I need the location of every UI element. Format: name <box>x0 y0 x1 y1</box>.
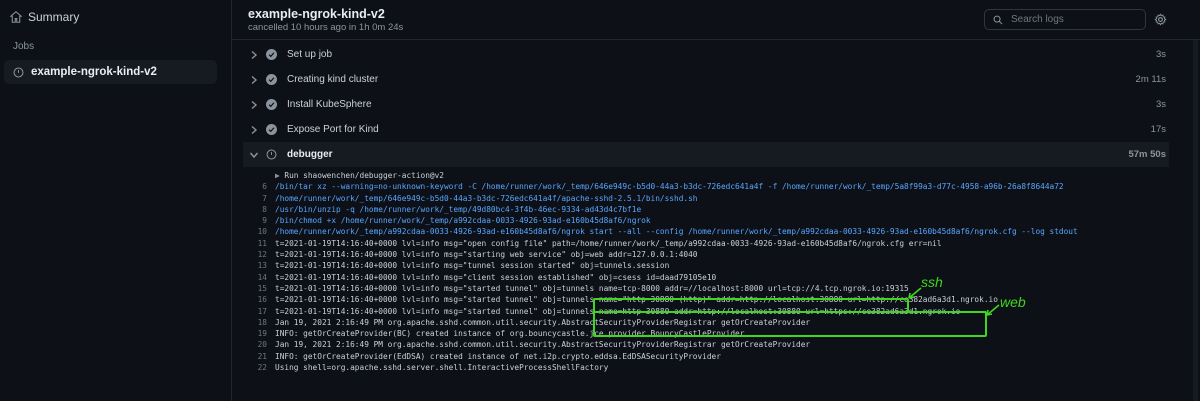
step-duration: 2m 11s <box>1135 74 1166 85</box>
log-line[interactable]: 10/home/runner/work/_temp/a992cdaa-0033-… <box>243 226 1169 237</box>
log-line-text: t=2021-01-19T14:16:40+0000 lvl=info msg=… <box>275 261 670 271</box>
step-expose-port-for-kind[interactable]: Expose Port for Kind 17s <box>243 117 1169 142</box>
chevron-down-icon <box>249 152 259 158</box>
chevron-right-icon <box>251 50 258 59</box>
step-duration: 3s <box>1155 99 1166 110</box>
web-annotation-label: web <box>1000 294 1026 310</box>
step-name: debugger <box>287 149 333 160</box>
log-line-text: INFO: getOrCreateProvider(EdDSA) created… <box>275 351 721 361</box>
web-tunnel-highlight <box>593 311 987 337</box>
log-line[interactable]: 12 t=2021-01-19T14:16:40+0000 lvl=info ms… <box>243 249 1169 260</box>
log-line[interactable]: 13 t=2021-01-19T14:16:40+0000 lvl=info ms… <box>243 260 1169 271</box>
log-line[interactable]: 20 Jan 19, 2021 2:16:49 PM org.apache.ssh… <box>243 339 1169 350</box>
step-set-up-job[interactable]: Set up job 3s <box>243 42 1169 67</box>
ssh-arrow-icon <box>908 287 922 299</box>
log-line-number[interactable]: 18 <box>243 317 275 328</box>
log-line-text: /usr/bin/unzip -q /home/runner/work/_tem… <box>275 204 642 214</box>
step-name: Creating kind cluster <box>287 74 379 85</box>
step-creating-kind-cluster[interactable]: Creating kind cluster 2m 11s <box>243 67 1169 92</box>
step-name: Expose Port for Kind <box>287 124 379 135</box>
job-status-text: cancelled 10 hours ago in 1h 0m 24s <box>248 22 404 33</box>
log-line[interactable]: 15 t=2021-01-19T14:16:40+0000 lvl=info ms… <box>243 283 1169 294</box>
log-line[interactable]: 14 t=2021-01-19T14:16:40+0000 lvl=info ms… <box>243 272 1169 283</box>
log-line-number[interactable]: 15 <box>243 283 275 294</box>
jobs-heading: Jobs <box>13 41 35 52</box>
log-line-number[interactable]: 19 <box>243 328 275 339</box>
summary-label: Summary <box>28 10 80 24</box>
log-line[interactable]: 6/bin/tar xz --warning=no-unknown-keywor… <box>243 181 1169 192</box>
log-line-text: /home/runner/work/_temp/a992cdaa-0033-49… <box>275 227 1078 237</box>
log-line-text: t=2021-01-19T14:16:40+0000 lvl=info msg=… <box>275 272 717 282</box>
job-header: example-ngrok-kind-v2 cancelled 10 hours… <box>232 0 1200 40</box>
step-debugger[interactable]: debugger 57m 50s <box>243 142 1169 167</box>
log-line[interactable]: 9/bin/chmod +x /home/runner/work/_temp/a… <box>243 215 1169 226</box>
log-line-text: /home/runner/work/_temp/646e949c-b5d0-44… <box>275 193 698 203</box>
log-run-line[interactable]: ▶ Run shaowenchen/debugger-action@v2 <box>243 170 1169 181</box>
search-logs-box[interactable] <box>984 9 1146 30</box>
step-duration: 17s <box>1150 124 1166 135</box>
success-check-icon <box>266 49 277 60</box>
log-line-number[interactable]: 7 <box>243 193 275 204</box>
sidebar-job-item[interactable]: example-ngrok-kind-v2 <box>4 60 217 84</box>
log-line-number[interactable]: 22 <box>243 362 275 373</box>
log-line-number[interactable]: 6 <box>243 181 275 192</box>
log-line-number[interactable]: 13 <box>243 260 275 271</box>
log-line-number[interactable]: 9 <box>243 215 275 226</box>
chevron-right-icon <box>251 75 258 84</box>
cancelled-status-icon <box>266 149 277 160</box>
step-install-kubesphere[interactable]: Install KubeSphere 3s <box>243 92 1169 117</box>
cancelled-status-icon <box>13 67 24 77</box>
log-line-number[interactable]: 17 <box>243 306 275 317</box>
job-name: example-ngrok-kind-v2 <box>31 66 157 78</box>
chevron-right-icon <box>251 100 258 109</box>
log-run-text: Run shaowenchen/debugger-action@v2 <box>284 171 444 180</box>
search-logs-input[interactable] <box>1011 14 1141 25</box>
search-icon <box>993 15 1003 24</box>
log-line-text: t=2021-01-19T14:16:40+0000 lvl=info msg=… <box>275 283 909 293</box>
log-line-number[interactable]: 8 <box>243 204 275 215</box>
log-line-text: /bin/tar xz --warning=no-unknown-keyword… <box>275 182 1064 192</box>
log-line[interactable]: 21 INFO: getOrCreateProvider(EdDSA) creat… <box>243 351 1169 362</box>
home-icon <box>10 11 22 23</box>
web-arrow-icon <box>986 304 1000 316</box>
step-name: Install KubeSphere <box>287 99 372 110</box>
log-line[interactable]: 8/usr/bin/unzip -q /home/runner/work/_te… <box>243 204 1169 215</box>
log-line-number[interactable]: 20 <box>243 339 275 350</box>
success-check-icon <box>266 99 277 110</box>
success-check-icon <box>266 74 277 85</box>
steps-list: Set up job 3s Creating kind cluster 2m 1… <box>243 42 1169 167</box>
step-name: Set up job <box>287 49 333 60</box>
scrollbar[interactable] <box>1193 40 1198 401</box>
caret-right-icon: ▶ <box>275 171 285 180</box>
log-line[interactable]: 7/home/runner/work/_temp/646e949c-b5d0-4… <box>243 193 1169 204</box>
log-line-text: t=2021-01-19T14:16:40+0000 lvl=info msg=… <box>275 250 698 260</box>
sidebar: Summary Jobs example-ngrok-kind-v2 <box>0 0 232 401</box>
log-line-number[interactable]: 11 <box>243 238 275 249</box>
log-line-text: Using shell=org.apache.sshd.server.shell… <box>275 363 609 373</box>
log-line-text: /bin/chmod +x /home/runner/work/_temp/a9… <box>275 216 651 226</box>
gear-icon[interactable] <box>1154 13 1167 26</box>
log-line-text: t=2021-01-19T14:16:40+0000 lvl=info msg=… <box>275 238 942 248</box>
log-line-number[interactable]: 21 <box>243 351 275 362</box>
success-check-icon <box>266 124 277 135</box>
log-line[interactable]: 22 Using shell=org.apache.sshd.server.she… <box>243 362 1169 373</box>
log-line-number[interactable]: 10 <box>243 226 275 237</box>
chevron-right-icon <box>251 125 258 134</box>
log-line-number[interactable]: 12 <box>243 249 275 260</box>
step-duration: 57m 50s <box>1128 149 1166 160</box>
summary-link[interactable]: Summary <box>10 8 79 26</box>
log-output: ▶ Run shaowenchen/debugger-action@v2 6/b… <box>243 170 1169 373</box>
step-duration: 3s <box>1155 49 1166 60</box>
log-line[interactable]: 11 t=2021-01-19T14:16:40+0000 lvl=info ms… <box>243 238 1169 249</box>
job-title: example-ngrok-kind-v2 <box>248 7 385 21</box>
log-line-text: Jan 19, 2021 2:16:49 PM org.apache.sshd.… <box>275 340 811 350</box>
log-line-number[interactable]: 14 <box>243 272 275 283</box>
log-line-number[interactable]: 16 <box>243 294 275 305</box>
